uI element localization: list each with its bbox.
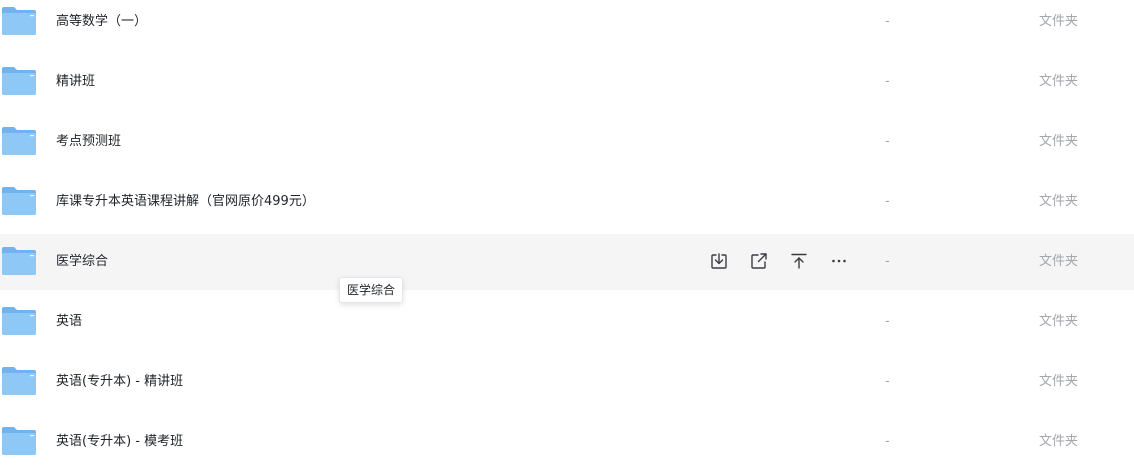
download-button[interactable] (708, 250, 730, 272)
file-name[interactable]: 英语(专升本) - 精讲班 (56, 354, 183, 410)
file-name[interactable]: 精讲班 (56, 54, 95, 110)
folder-icon (1, 306, 37, 336)
file-size: - (885, 14, 890, 29)
file-name[interactable]: 英语 (56, 294, 82, 350)
file-type: 文件夹 (1039, 254, 1079, 269)
more-button[interactable] (828, 250, 850, 272)
file-size: - (885, 254, 890, 269)
file-size: - (885, 134, 890, 149)
folder-icon (1, 66, 37, 96)
download-icon (710, 252, 728, 270)
file-type: 文件夹 (1039, 14, 1079, 29)
file-name[interactable]: 高等数学（一） (56, 0, 147, 50)
share-icon (750, 252, 768, 270)
file-size: - (885, 314, 890, 329)
file-row[interactable]: 英语(专升本) - 模考班 - 文件夹 (0, 414, 1134, 470)
file-name[interactable]: 库课专升本英语课程讲解（官网原价499元） (56, 174, 315, 230)
file-size: - (885, 374, 890, 389)
folder-icon (1, 246, 37, 276)
file-name[interactable]: 英语(专升本) - 模考班 (56, 414, 183, 470)
file-type: 文件夹 (1039, 314, 1079, 329)
file-row[interactable]: 考点预测班 - 文件夹 (0, 114, 1134, 170)
folder-icon (1, 426, 37, 456)
folder-icon (1, 186, 37, 216)
file-size: - (885, 434, 890, 449)
file-row[interactable]: 精讲班 - 文件夹 (0, 54, 1134, 110)
move-to-top-button[interactable] (788, 250, 810, 272)
file-row[interactable]: 医学综合 - 文件夹 (0, 234, 1134, 290)
file-size: - (885, 194, 890, 209)
move-to-top-icon (790, 252, 808, 270)
file-size: - (885, 74, 890, 89)
file-row[interactable]: 英语 - 文件夹 (0, 294, 1134, 350)
name-tooltip: 医学综合 (339, 277, 404, 303)
folder-icon (1, 126, 37, 156)
file-type: 文件夹 (1039, 374, 1079, 389)
file-row[interactable]: 英语(专升本) - 精讲班 - 文件夹 (0, 354, 1134, 410)
folder-icon (1, 6, 37, 36)
share-button[interactable] (748, 250, 770, 272)
file-type: 文件夹 (1039, 194, 1079, 209)
more-icon (830, 252, 848, 270)
file-name[interactable]: 考点预测班 (56, 114, 121, 170)
file-row[interactable]: 库课专升本英语课程讲解（官网原价499元） - 文件夹 (0, 174, 1134, 230)
file-type: 文件夹 (1039, 134, 1079, 149)
file-type: 文件夹 (1039, 74, 1079, 89)
file-name[interactable]: 医学综合 (56, 234, 108, 290)
file-row[interactable]: 高等数学（一） - 文件夹 (0, 0, 1134, 50)
file-type: 文件夹 (1039, 434, 1079, 449)
file-list: 高等数学（一） - 文件夹 精讲班 - 文件夹 考点预测班 - 文件夹 库课专升本英语课程讲解（官… (0, 0, 1134, 475)
folder-icon (1, 366, 37, 396)
